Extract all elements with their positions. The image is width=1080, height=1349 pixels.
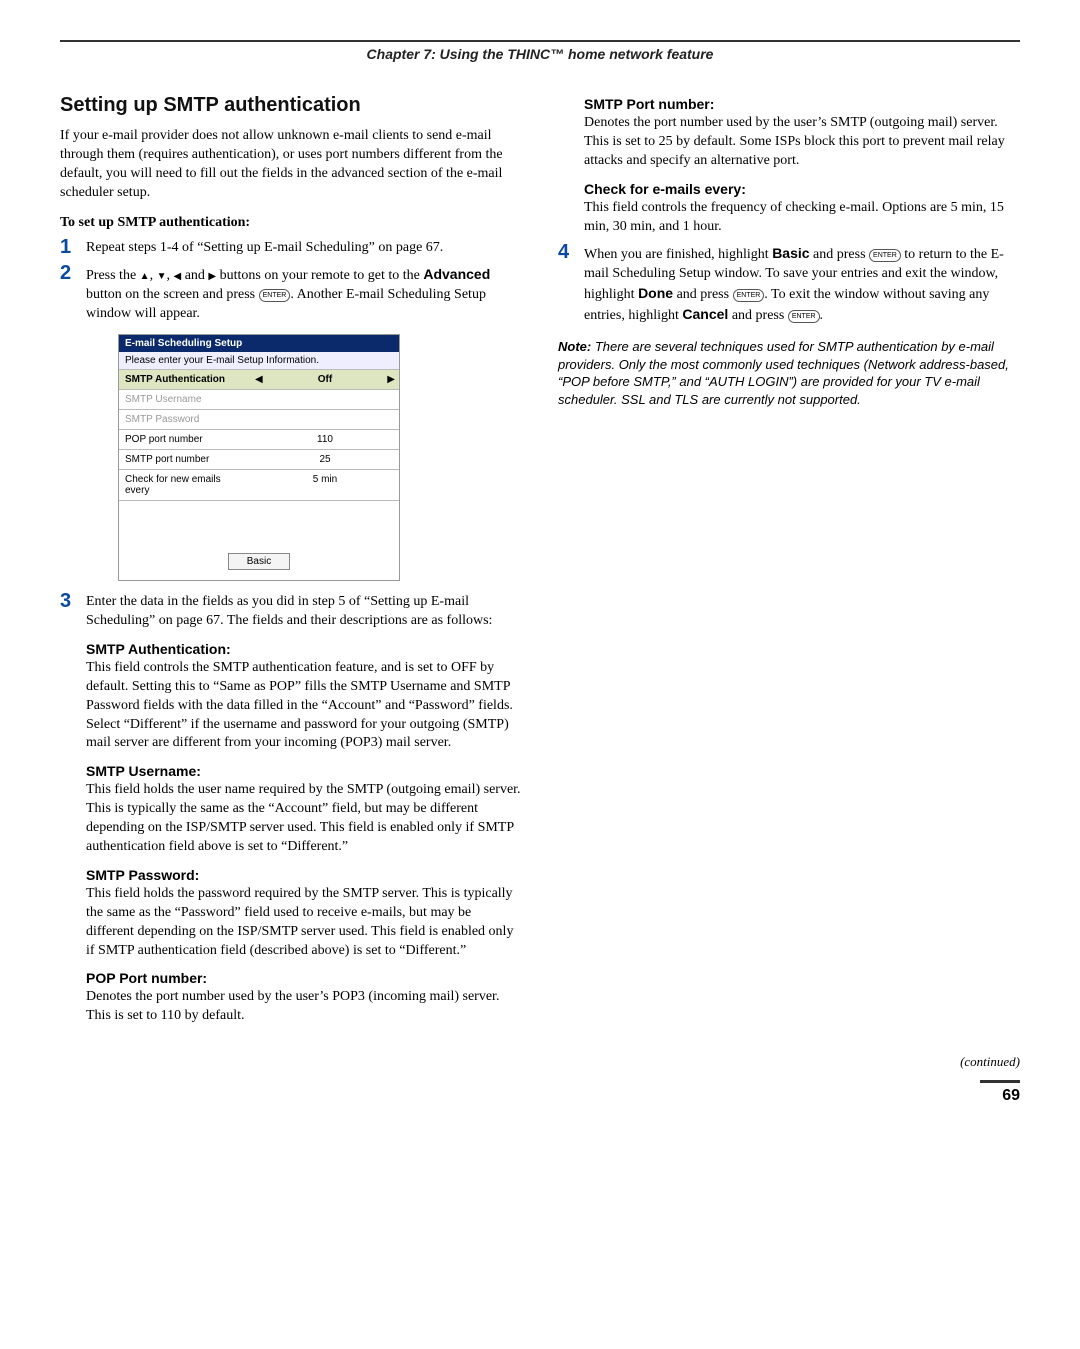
arrow-left-icon	[255, 374, 263, 385]
subhead-smtp-username: SMTP Username:	[86, 763, 522, 779]
label-pop-port: POP port number	[119, 430, 251, 449]
label-smtp-port: SMTP port number	[119, 450, 251, 469]
section-heading: Setting up SMTP authentication	[60, 94, 522, 117]
row-pop-port: POP port number 110	[119, 429, 399, 449]
intro-paragraph: If your e-mail provider does not allow u…	[60, 127, 522, 203]
continued-label: (continued)	[960, 1054, 1020, 1070]
step-4-part-d: and press	[673, 287, 733, 302]
value-smtp-username	[251, 390, 399, 409]
basic-label: Basic	[772, 245, 809, 261]
arrow-right-icon	[387, 374, 395, 385]
subtext-smtp-password: This field holds the password required b…	[86, 885, 522, 961]
window-title: E-mail Scheduling Setup	[119, 335, 399, 352]
subhead-pop-port: POP Port number:	[86, 970, 522, 986]
step-1-text: Repeat steps 1-4 of “Setting up E-mail S…	[86, 239, 522, 258]
step-number-3: 3	[60, 591, 86, 611]
sep2: and	[181, 268, 208, 283]
advanced-label: Advanced	[423, 266, 490, 282]
value-smtp-authentication: Off	[251, 370, 399, 389]
row-smtp-authentication: SMTP Authentication Off	[119, 369, 399, 389]
subtext-smtp-username: This field holds the user name required …	[86, 781, 522, 857]
step-number-4: 4	[558, 242, 584, 262]
value-pop-port: 110	[251, 430, 399, 449]
note-text: There are several techniques used for SM…	[558, 339, 1009, 407]
email-scheduling-setup-window: E-mail Scheduling Setup Please enter you…	[118, 334, 400, 581]
arrow-right-icon	[208, 268, 216, 283]
subhead-smtp-password: SMTP Password:	[86, 867, 522, 883]
enter-icon: ENTER	[869, 249, 901, 262]
window-subtitle: Please enter your E-mail Setup Informati…	[119, 352, 399, 369]
enter-icon: ENTER	[788, 310, 820, 323]
label-smtp-authentication: SMTP Authentication	[119, 370, 251, 389]
step-3-text: Enter the data in the fields as you did …	[86, 593, 522, 631]
subtext-smtp-auth: This field controls the SMTP authenticat…	[86, 659, 522, 753]
subtext-pop-port: Denotes the port number used by the user…	[86, 988, 522, 1026]
note-label: Note:	[558, 339, 591, 354]
arrow-up-icon	[140, 268, 150, 283]
done-label: Done	[638, 285, 673, 301]
step-number-2: 2	[60, 263, 86, 283]
arrow-down-icon	[157, 268, 167, 283]
subhead-check-every: Check for e-mails every:	[584, 181, 1020, 197]
note-paragraph: Note: There are several techniques used …	[558, 338, 1020, 408]
cancel-label: Cancel	[682, 306, 728, 322]
step-4-part-g: .	[820, 308, 824, 323]
step-number-1: 1	[60, 237, 86, 257]
value-smtp-password	[251, 410, 399, 429]
row-check-every: Check for new emails every 5 min	[119, 469, 399, 500]
basic-button: Basic	[228, 553, 290, 570]
subhead-smtp-port: SMTP Port number:	[584, 96, 1020, 112]
value-check-every: 5 min	[251, 470, 399, 500]
label-smtp-password: SMTP Password	[119, 410, 251, 429]
step-2-part-c: button on the screen and press	[86, 287, 259, 302]
sep: ,	[150, 268, 157, 283]
row-smtp-port: SMTP port number 25	[119, 449, 399, 469]
step-2-text: Press the , , and buttons on your remote…	[86, 265, 522, 324]
step-2-part-a: Press the	[86, 268, 140, 283]
row-smtp-password: SMTP Password	[119, 409, 399, 429]
subtext-check-every: This field controls the frequency of che…	[584, 199, 1020, 237]
value-text: Off	[318, 374, 332, 385]
step-4-text: When you are finished, highlight Basic a…	[584, 244, 1020, 326]
step-4-part-a: When you are finished, highlight	[584, 247, 772, 262]
value-smtp-port: 25	[251, 450, 399, 469]
step-4-part-f: and press	[728, 308, 788, 323]
label-check-every: Check for new emails every	[119, 470, 251, 500]
step-2-part-b: buttons on your remote to get to the	[216, 268, 423, 283]
subtext-smtp-port: Denotes the port number used by the user…	[584, 114, 1020, 171]
step-4-part-b: and press	[810, 247, 870, 262]
enter-icon: ENTER	[733, 289, 765, 302]
page-number: 69	[1002, 1087, 1020, 1105]
chapter-title: Chapter 7: Using the THINC™ home network…	[60, 46, 1020, 62]
enter-icon: ENTER	[259, 289, 291, 302]
subhead-smtp-auth: SMTP Authentication:	[86, 641, 522, 657]
row-smtp-username: SMTP Username	[119, 389, 399, 409]
label-smtp-username: SMTP Username	[119, 390, 251, 409]
procedure-title: To set up SMTP authentication:	[60, 215, 522, 231]
